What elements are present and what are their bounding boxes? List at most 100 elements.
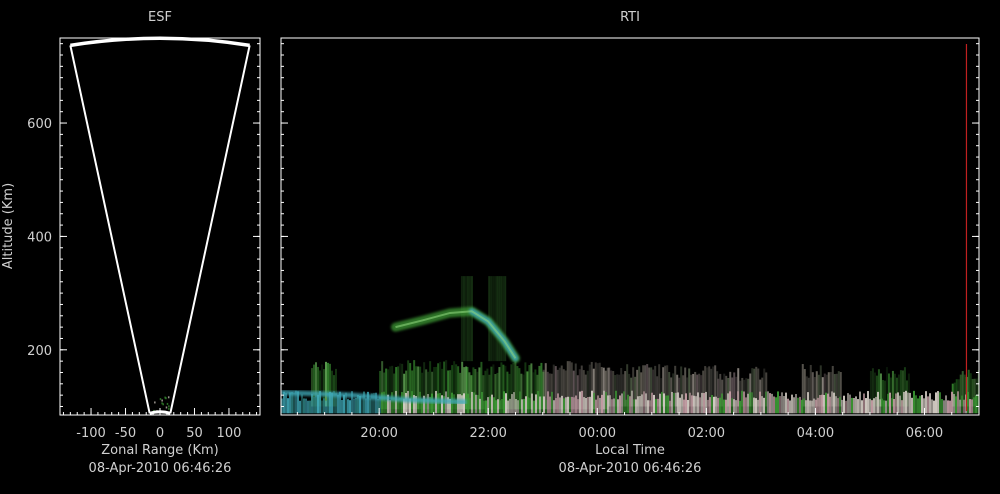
rti-bottom-band bbox=[565, 397, 567, 413]
rti-bottom-band bbox=[839, 397, 841, 414]
rti-echo-column-faint bbox=[492, 276, 494, 361]
rti-bottom-band bbox=[511, 394, 513, 413]
rti-bottom-band bbox=[955, 396, 957, 413]
rti-bottom-band bbox=[567, 397, 569, 414]
esf-y-tick-label: 200 bbox=[27, 344, 52, 359]
rti-bottom-band bbox=[725, 400, 727, 414]
rti-bottom-band bbox=[599, 398, 601, 413]
rti-bottom-band bbox=[765, 392, 767, 414]
rti-bottom-band bbox=[829, 397, 831, 414]
rti-bottom-band bbox=[585, 398, 587, 413]
rti-bottom-band bbox=[569, 397, 571, 413]
rti-bottom-band bbox=[933, 401, 935, 414]
rti-bottom-band bbox=[405, 393, 407, 413]
rti-bottom-band bbox=[951, 392, 953, 414]
rti-bottom-band bbox=[777, 391, 779, 413]
rti-bottom-band bbox=[825, 393, 827, 414]
rti-bottom-band bbox=[801, 400, 803, 413]
rti-bottom-band bbox=[609, 395, 611, 413]
rti-bottom-band bbox=[309, 401, 311, 414]
rti-bottom-band bbox=[723, 400, 725, 414]
rti-bottom-band bbox=[785, 393, 787, 414]
rti-bottom-band bbox=[673, 393, 675, 413]
esf-fan-top-arc bbox=[70, 38, 249, 45]
rti-bottom-band bbox=[395, 391, 397, 413]
rti-bottom-band bbox=[681, 394, 683, 413]
rti-bottom-band bbox=[871, 400, 873, 413]
rti-bottom-band bbox=[733, 399, 735, 413]
rti-bottom-band bbox=[947, 400, 949, 413]
rti-bottom-band bbox=[937, 391, 939, 413]
rti-bottom-band bbox=[685, 393, 687, 413]
esf-x-tick-label: 100 bbox=[217, 426, 242, 441]
rti-bottom-band bbox=[607, 395, 609, 413]
rti-bottom-band bbox=[595, 400, 597, 414]
rti-bottom-band bbox=[637, 396, 639, 413]
rti-bottom-band bbox=[541, 396, 543, 413]
rti-bottom-band bbox=[741, 391, 743, 414]
rti-bottom-band bbox=[687, 400, 689, 413]
rti-bottom-band bbox=[337, 395, 339, 413]
rti-bottom-band bbox=[643, 391, 645, 413]
rti-bottom-band bbox=[533, 401, 535, 414]
rti-bottom-band bbox=[835, 396, 837, 413]
rti-bottom-band bbox=[909, 393, 911, 413]
rti-bottom-band bbox=[657, 399, 659, 413]
esf-echo-pixel bbox=[168, 405, 170, 407]
rti-bottom-band bbox=[961, 396, 963, 414]
esf-x-axis-label: Zonal Range (Km) bbox=[101, 443, 218, 458]
rti-bottom-band bbox=[661, 392, 663, 413]
rti-bottom-band bbox=[861, 400, 863, 413]
esf-echo-pixel bbox=[168, 396, 170, 398]
rti-bottom-band bbox=[529, 398, 531, 413]
rti-bottom-band bbox=[845, 401, 847, 413]
rti-bottom-band bbox=[709, 397, 711, 413]
rti-bottom-band bbox=[897, 392, 899, 413]
rti-bottom-band bbox=[467, 394, 469, 414]
rti-bottom-band bbox=[817, 398, 819, 413]
rti-bottom-band bbox=[495, 400, 497, 413]
rti-bottom-band bbox=[771, 394, 773, 413]
rti-echo-column bbox=[810, 365, 812, 407]
rti-bottom-band bbox=[689, 393, 691, 414]
rti-bottom-band bbox=[867, 391, 869, 413]
rti-bottom-band bbox=[775, 397, 777, 413]
rti-bottom-band bbox=[859, 392, 861, 414]
rti-bottom-band bbox=[627, 395, 629, 414]
rti-bottom-band bbox=[811, 401, 813, 414]
esf-y-tick-label: 400 bbox=[27, 230, 52, 245]
rti-bottom-band bbox=[527, 397, 529, 413]
rti-bottom-band bbox=[883, 400, 885, 413]
rti-x-tick-label: 02:00 bbox=[688, 426, 725, 441]
rti-bottom-band bbox=[545, 400, 547, 413]
rti-bottom-band bbox=[791, 395, 793, 414]
rti-bottom-band bbox=[539, 397, 541, 414]
rti-bottom-band bbox=[485, 400, 487, 413]
rti-bottom-band bbox=[719, 398, 721, 414]
rti-bottom-band bbox=[881, 399, 883, 414]
rti-bottom-band bbox=[889, 393, 891, 414]
rti-bottom-band bbox=[287, 398, 289, 413]
rti-bottom-band bbox=[901, 400, 903, 413]
esf-y-ticks: 200400600 bbox=[27, 44, 260, 407]
rti-bottom-band bbox=[823, 395, 825, 413]
rti-bottom-band bbox=[873, 398, 875, 413]
rti-bottom-band bbox=[929, 393, 931, 413]
rti-bottom-band bbox=[963, 400, 965, 414]
rti-bottom-band bbox=[349, 400, 351, 413]
rti-bottom-band bbox=[885, 401, 887, 414]
rti-bottom-band bbox=[767, 391, 769, 413]
rti-bottom-band bbox=[807, 392, 809, 413]
esf-x-tick-label: -100 bbox=[76, 426, 106, 441]
rti-bottom-band bbox=[913, 391, 915, 413]
rti-echo-column-faint bbox=[498, 276, 500, 361]
rti-bottom-band bbox=[731, 398, 733, 413]
rti-bottom-band bbox=[285, 393, 287, 413]
rti-bottom-band bbox=[701, 393, 703, 413]
rti-bottom-band bbox=[969, 399, 971, 413]
rti-bottom-band bbox=[519, 392, 521, 414]
esf-plot-area bbox=[70, 38, 249, 413]
rti-bottom-band bbox=[471, 392, 473, 413]
rti-bottom-band bbox=[617, 399, 619, 413]
rti-x-tick-label: 06:00 bbox=[906, 426, 943, 441]
